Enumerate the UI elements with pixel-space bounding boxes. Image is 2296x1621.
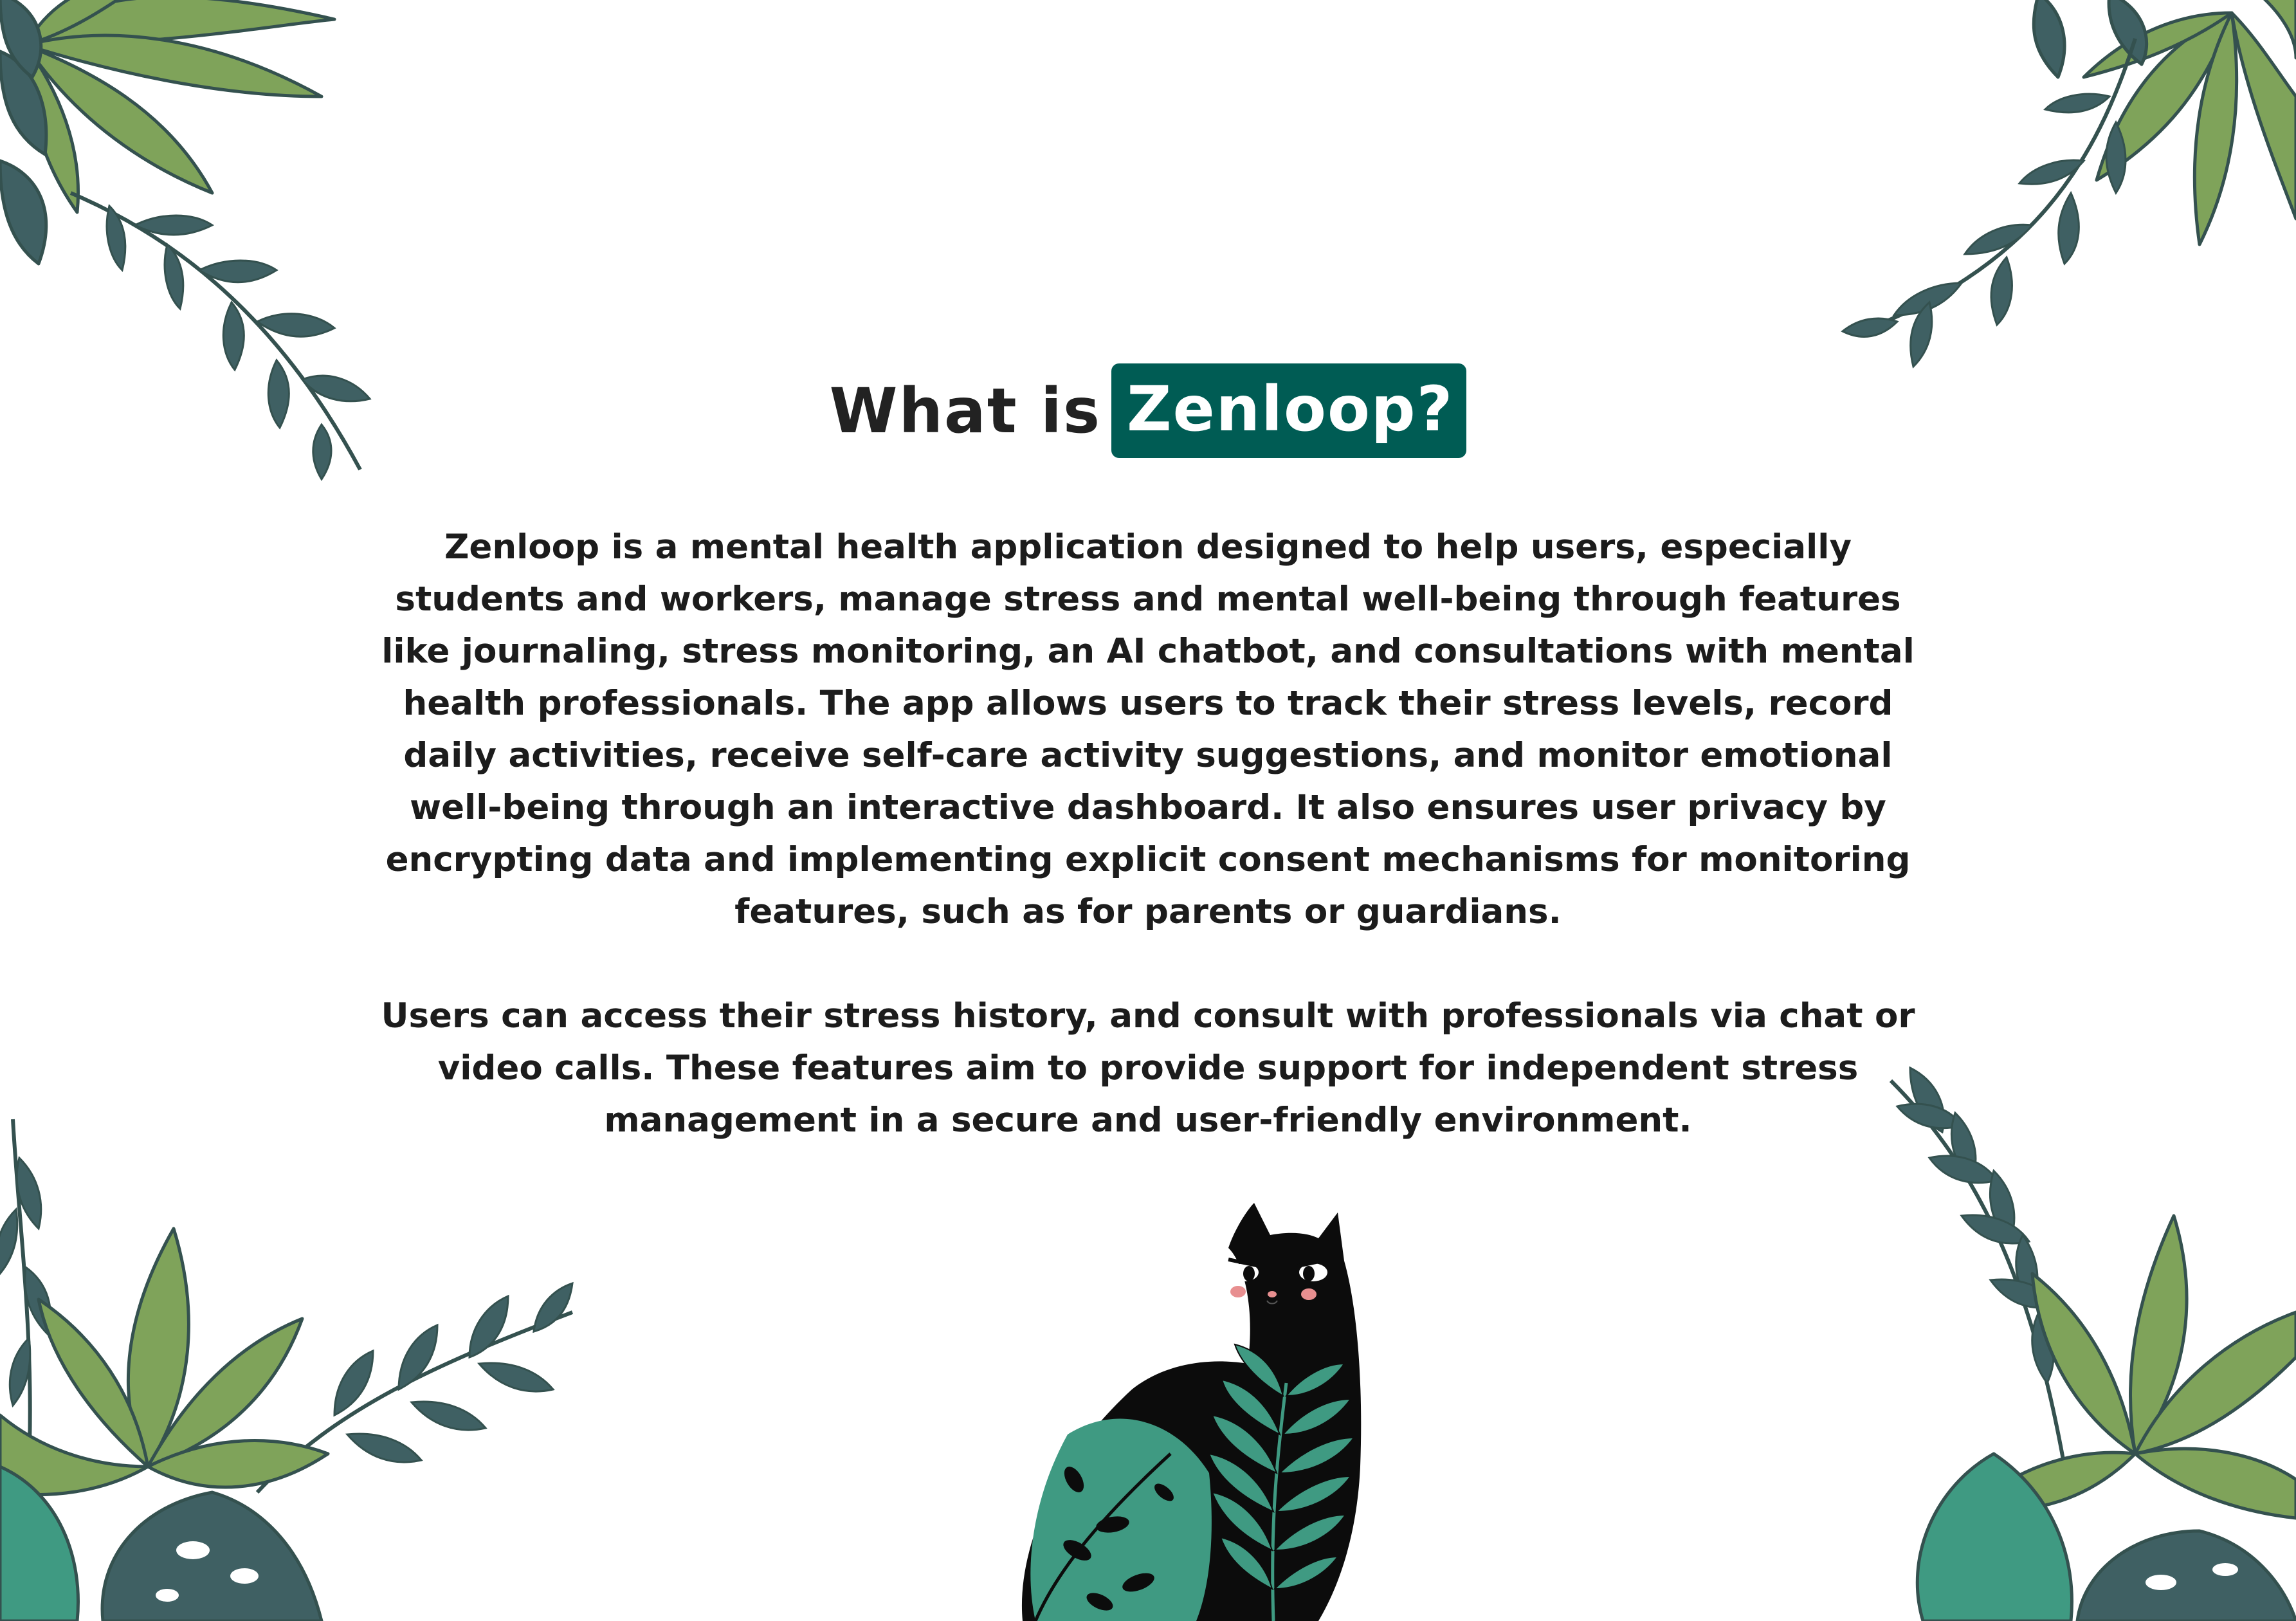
description-paragraph-2: Users can access their stress history, a…: [381, 996, 1915, 1140]
title-highlight-badge: Zenloop?: [1111, 363, 1467, 459]
description-body: Zenloop is a mental health application d…: [360, 521, 1936, 1146]
slide-page: What is Zenloop? Zenloop is a mental hea…: [0, 0, 2296, 1621]
page-title: What is Zenloop?: [0, 363, 2296, 459]
leaves-top-right-illustration: [1841, 0, 2296, 369]
title-lead-text: What is: [829, 374, 1102, 447]
leaves-bottom-left-illustration: [0, 1119, 574, 1621]
description-paragraph-1: Zenloop is a mental health application d…: [381, 527, 1915, 931]
black-cat-illustration: [1021, 1203, 1362, 1621]
